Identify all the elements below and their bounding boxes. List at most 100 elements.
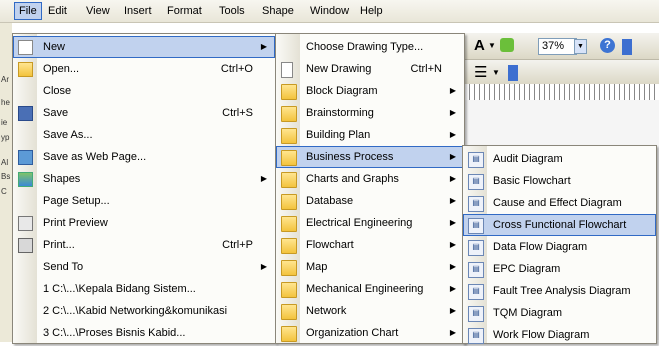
menu-view[interactable]: View xyxy=(82,3,114,19)
template-icon: ▤ xyxy=(468,262,484,278)
menu-item-label: 3 C:\...\Proses Bisnis Kabid... xyxy=(43,327,186,339)
save-icon xyxy=(18,106,33,121)
menu-edit[interactable]: Edit xyxy=(44,3,71,19)
shortcut-label: Ctrl+O xyxy=(220,63,253,75)
new-menu-item[interactable]: Network ▶ xyxy=(276,300,464,322)
file-menu-item[interactable]: Save As... xyxy=(13,124,275,146)
menu-item-label: Send To xyxy=(43,261,84,273)
menu-insert[interactable]: Insert xyxy=(120,3,156,19)
chevron-down-icon[interactable]: ▼ xyxy=(492,68,500,77)
folder-icon xyxy=(281,128,297,144)
menu-item-label: Flowchart xyxy=(306,239,354,251)
file-menu-item[interactable]: Open... Ctrl+O xyxy=(13,58,275,80)
new-menu-item[interactable]: Organization Chart ▶ xyxy=(276,322,464,344)
file-menu-item[interactable]: New ▶ xyxy=(13,36,275,58)
standard-toolbar: ☰ ▼ xyxy=(460,60,659,84)
new-menu-item[interactable]: Mechanical Engineering ▶ xyxy=(276,278,464,300)
file-menu: New ▶ Open... Ctrl+O Close Save Ctrl+S Save As.… xyxy=(12,33,276,344)
submenu-arrow-icon: ▶ xyxy=(449,174,456,183)
file-menu-item[interactable]: 2 C:\...\Kabid Networking&komunikasi xyxy=(13,300,275,322)
menu-item-label: Save as Web Page... xyxy=(43,151,147,163)
menu-file[interactable]: File xyxy=(14,2,42,20)
new-menu-item[interactable]: Charts and Graphs ▶ xyxy=(276,168,464,190)
menu-item-label: Map xyxy=(306,261,328,273)
bp-menu-item[interactable]: ▤ TQM Diagram xyxy=(463,302,656,324)
folder-icon xyxy=(281,216,297,232)
menu-help[interactable]: Help xyxy=(356,3,387,19)
menu-item-label: EPC Diagram xyxy=(493,263,561,275)
menu-item-label: Organization Chart xyxy=(306,327,399,339)
zoom-dropdown-icon[interactable]: ▼ xyxy=(574,39,587,54)
menu-item-label: Basic Flowchart xyxy=(493,175,571,187)
file-menu-item[interactable]: Save as Web Page... xyxy=(13,146,275,168)
template-icon: ▤ xyxy=(468,174,484,190)
submenu-arrow-icon: ▶ xyxy=(449,130,456,139)
template-icon: ▤ xyxy=(468,152,484,168)
new-menu-item[interactable]: Choose Drawing Type... xyxy=(276,36,464,58)
file-menu-item[interactable]: Send To ▶ xyxy=(13,256,275,278)
new-menu-item[interactable]: Business Process ▶ xyxy=(276,146,464,168)
menu-item-label: Brainstorming xyxy=(306,107,374,119)
font-color-button[interactable]: A xyxy=(474,37,485,54)
menu-item-label: Work Flow Diagram xyxy=(493,329,590,341)
new-menu-item[interactable]: Building Plan ▶ xyxy=(276,124,464,146)
submenu-arrow-icon: ▶ xyxy=(449,196,456,205)
bp-menu-item[interactable]: ▤ Basic Flowchart xyxy=(463,170,656,192)
menu-window[interactable]: Window xyxy=(306,3,353,19)
file-menu-item[interactable]: Save Ctrl+S xyxy=(13,102,275,124)
toolbar-options-icon[interactable] xyxy=(508,65,518,81)
zoom-box[interactable]: 37% xyxy=(538,38,577,55)
submenu-arrow-icon: ▶ xyxy=(260,42,267,51)
menu-item-label: New Drawing xyxy=(306,63,372,75)
bp-menu-item[interactable]: ▤ Audit Diagram xyxy=(463,148,656,170)
new-menu-item[interactable]: Database ▶ xyxy=(276,190,464,212)
menu-item-label: TQM Diagram xyxy=(493,307,563,319)
menu-item-label: Database xyxy=(306,195,354,207)
new-menu-item[interactable]: Map ▶ xyxy=(276,256,464,278)
file-menu-item[interactable]: Shapes ▶ xyxy=(13,168,275,190)
bp-menu-item[interactable]: ▤ Work Flow Diagram xyxy=(463,324,656,346)
menu-tools[interactable]: Tools xyxy=(215,3,249,19)
new-menu-item[interactable]: New Drawing Ctrl+N xyxy=(276,58,464,80)
menu-item-label: New xyxy=(43,41,66,53)
chevron-down-icon[interactable]: ▼ xyxy=(488,41,496,50)
fill-color-icon[interactable] xyxy=(500,38,514,52)
folder-icon xyxy=(281,238,297,254)
bp-menu-item[interactable]: ▤ Data Flow Diagram xyxy=(463,236,656,258)
file-menu-item[interactable]: Close xyxy=(13,80,275,102)
menu-item-label: 2 C:\...\Kabid Networking&komunikasi xyxy=(43,305,228,317)
file-menu-item[interactable]: 3 C:\...\Proses Bisnis Kabid... xyxy=(13,322,275,344)
template-icon: ▤ xyxy=(468,218,484,234)
new-menu-item[interactable]: Electrical Engineering ▶ xyxy=(276,212,464,234)
file-menu-item[interactable]: Print... Ctrl+P xyxy=(13,234,275,256)
menu-item-label: Open... xyxy=(43,63,80,75)
menu-item-label: Print Preview xyxy=(43,217,108,229)
menu-format[interactable]: Format xyxy=(163,3,206,19)
new-menu-item[interactable]: Brainstorming ▶ xyxy=(276,102,464,124)
file-menu-item[interactable]: 1 C:\...\Kepala Bidang Sistem... xyxy=(13,278,275,300)
menu-shape[interactable]: Shape xyxy=(258,3,298,19)
submenu-arrow-icon: ▶ xyxy=(449,284,456,293)
submenu-arrow-icon: ▶ xyxy=(449,218,456,227)
bp-menu-item[interactable]: ▤ EPC Diagram xyxy=(463,258,656,280)
web-page-icon xyxy=(18,150,33,165)
left-panel-strip xyxy=(0,22,12,342)
submenu-arrow-icon: ▶ xyxy=(449,108,456,117)
shortcut-label: Ctrl+P xyxy=(222,239,253,251)
bp-menu-item[interactable]: ▤ Cross Functional Flowchart xyxy=(463,214,656,236)
toolbar-options-icon[interactable] xyxy=(622,39,632,55)
menu-item-label: Shapes xyxy=(43,173,81,185)
new-menu-item[interactable]: Block Diagram ▶ xyxy=(276,80,464,102)
template-icon: ▤ xyxy=(468,196,484,212)
new-menu-item[interactable]: Flowchart ▶ xyxy=(276,234,464,256)
bp-menu-item[interactable]: ▤ Fault Tree Analysis Diagram xyxy=(463,280,656,302)
new-submenu: Choose Drawing Type... New Drawing Ctrl+N B… xyxy=(275,33,465,344)
bp-menu-item[interactable]: ▤ Cause and Effect Diagram xyxy=(463,192,656,214)
file-menu-item[interactable]: Page Setup... xyxy=(13,190,275,212)
new-drawing-icon xyxy=(281,62,293,78)
folder-icon xyxy=(281,194,297,210)
submenu-arrow-icon: ▶ xyxy=(449,306,456,315)
line-style-icon[interactable]: ☰ xyxy=(474,63,487,81)
help-icon[interactable]: ? xyxy=(600,38,615,53)
file-menu-item[interactable]: Print Preview xyxy=(13,212,275,234)
